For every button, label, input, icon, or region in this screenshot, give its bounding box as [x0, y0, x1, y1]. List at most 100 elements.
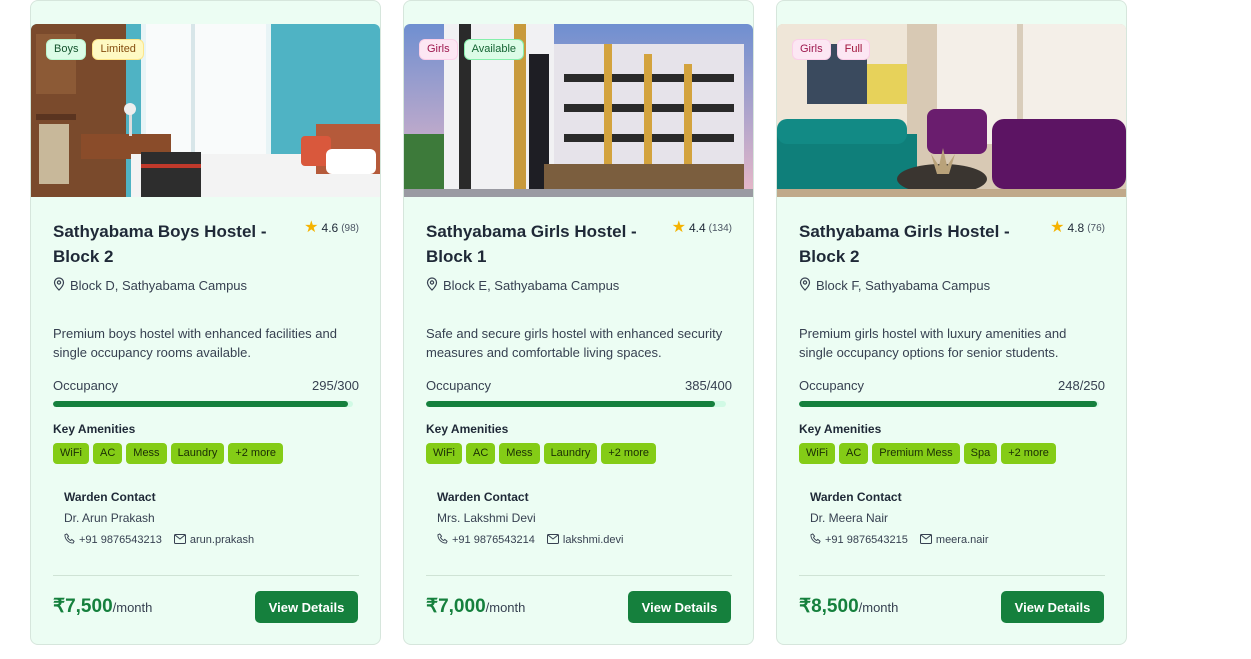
warden-phone-text: +91 9876543215 — [825, 534, 908, 546]
hostel-description: Safe and secure girls hostel with enhanc… — [426, 326, 723, 360]
more-amenities-chip[interactable]: +2 more — [228, 443, 283, 464]
amenity-chip: Mess — [499, 443, 540, 464]
amenity-chip: AC — [93, 443, 123, 464]
more-amenities-chip[interactable]: +2 more — [601, 443, 656, 464]
badge-group: Boys Limited — [46, 39, 144, 60]
gender-badge: Girls — [792, 39, 831, 60]
occupancy-bar — [53, 401, 353, 407]
warden-phone[interactable]: +91 9876543213 — [64, 533, 162, 547]
warden-email[interactable]: arun.prakash — [173, 533, 255, 547]
occupancy-bar — [426, 401, 726, 407]
more-amenities-chip[interactable]: +2 more — [1001, 443, 1056, 464]
hostel-description: Premium girls hostel with luxury ameniti… — [799, 326, 1067, 360]
divider — [426, 575, 732, 576]
price-amount: ₹7,500 — [53, 596, 113, 617]
warden-email-text: arun.prakash — [189, 534, 255, 546]
hostel-title: Sathyabama Girls Hostel - Block 2 — [799, 222, 1010, 266]
occupancy-bar-fill — [799, 401, 1097, 407]
phone-icon — [64, 533, 75, 547]
phone-icon — [810, 533, 821, 547]
warden-phone[interactable]: +91 9876543215 — [810, 533, 908, 547]
warden-phone-text: +91 9876543214 — [452, 534, 535, 546]
price-amount: ₹7,000 — [426, 596, 486, 617]
location: Block F, Sathyabama Campus — [799, 277, 1105, 294]
amenities-title: Key Amenities — [799, 422, 882, 436]
view-details-button[interactable]: View Details — [1001, 591, 1104, 623]
rating-value: 4.4 — [688, 221, 706, 235]
amenities-title: Key Amenities — [426, 422, 509, 436]
warden-contact: Warden Contact Dr. Meera Nair +91 987654… — [799, 490, 1105, 547]
view-details-button[interactable]: View Details — [255, 591, 358, 623]
location-text: Block D, Sathyabama Campus — [70, 278, 248, 293]
location-text: Block E, Sathyabama Campus — [443, 278, 620, 293]
amenity-chip: Laundry — [543, 443, 598, 464]
occupancy-label: Occupancy — [799, 378, 865, 393]
star-icon: ★ — [671, 219, 686, 236]
amenity-list: WiFi AC Mess Laundry +2 more — [426, 443, 732, 464]
badge-group: Girls Full — [792, 39, 871, 60]
warden-email-text: lakshmi.devi — [562, 534, 624, 546]
price: ₹7,000 /month — [426, 595, 525, 618]
amenity-chip: WiFi — [426, 443, 462, 464]
price-amount: ₹8,500 — [799, 596, 859, 617]
hostel-card[interactable]: Boys Limited Sathyabama Boys Hostel - Bl… — [30, 0, 381, 645]
location-text: Block F, Sathyabama Campus — [816, 278, 991, 293]
rating: ★ 4.6 (98) — [304, 219, 359, 236]
amenity-chip: Mess — [126, 443, 167, 464]
amenities-title: Key Amenities — [53, 422, 136, 436]
hostel-title: Sathyabama Boys Hostel - Block 2 — [53, 222, 267, 266]
warden-email[interactable]: meera.nair — [919, 533, 989, 547]
mail-icon — [173, 533, 186, 547]
price: ₹7,500 /month — [53, 595, 152, 618]
price-period: /month — [112, 600, 153, 615]
star-icon: ★ — [304, 219, 319, 236]
warden-title: Warden Contact — [437, 490, 529, 504]
amenity-chip: Spa — [963, 443, 998, 464]
view-details-button[interactable]: View Details — [628, 591, 731, 623]
hostel-card[interactable]: Girls Available Sathyabama Girls Hostel … — [403, 0, 754, 645]
hostel-grid: Boys Limited Sathyabama Boys Hostel - Bl… — [30, 0, 1127, 645]
rating-value: 4.6 — [321, 221, 339, 235]
review-count: (98) — [341, 222, 359, 234]
warden-email[interactable]: lakshmi.devi — [546, 533, 624, 547]
location: Block E, Sathyabama Campus — [426, 277, 732, 294]
map-pin-icon — [799, 277, 811, 294]
occupancy-label: Occupancy — [426, 378, 492, 393]
mail-icon — [919, 533, 932, 547]
occupancy-bar-fill — [426, 401, 715, 407]
warden-phone-text: +91 9876543213 — [79, 534, 162, 546]
amenity-list: WiFi AC Mess Laundry +2 more — [53, 443, 359, 464]
warden-phone[interactable]: +91 9876543214 — [437, 533, 535, 547]
rating-value: 4.8 — [1067, 221, 1085, 235]
star-icon: ★ — [1050, 219, 1065, 236]
amenity-chip: Premium Mess — [872, 443, 960, 464]
price-period: /month — [485, 600, 526, 615]
phone-icon — [437, 533, 448, 547]
hostel-description: Premium boys hostel with enhanced facili… — [53, 326, 337, 360]
warden-title: Warden Contact — [810, 490, 902, 504]
occupancy-value: 385/400 — [685, 378, 732, 393]
price-period: /month — [858, 600, 899, 615]
price: ₹8,500 /month — [799, 595, 898, 618]
map-pin-icon — [53, 277, 65, 294]
occupancy-label: Occupancy — [53, 378, 119, 393]
warden-email-text: meera.nair — [935, 534, 989, 546]
divider — [53, 575, 359, 576]
review-count: (134) — [708, 222, 732, 234]
availability-badge: Limited — [92, 39, 144, 60]
rating: ★ 4.4 (134) — [671, 219, 732, 236]
hostel-card[interactable]: Girls Full Sathyabama Girls Hostel - Blo… — [776, 0, 1127, 645]
amenity-list: WiFi AC Premium Mess Spa +2 more — [799, 443, 1105, 464]
mail-icon — [546, 533, 559, 547]
occupancy-bar — [799, 401, 1099, 407]
warden-title: Warden Contact — [64, 490, 156, 504]
map-pin-icon — [426, 277, 438, 294]
availability-badge: Available — [463, 39, 525, 60]
warden-name: Mrs. Lakshmi Devi — [437, 511, 536, 525]
amenity-chip: AC — [839, 443, 869, 464]
occupancy-row: Occupancy 295/300 — [53, 378, 359, 393]
occupancy-row: Occupancy 385/400 — [426, 378, 732, 393]
warden-contact: Warden Contact Mrs. Lakshmi Devi +91 987… — [426, 490, 732, 547]
divider — [799, 575, 1105, 576]
gender-badge: Girls — [419, 39, 458, 60]
